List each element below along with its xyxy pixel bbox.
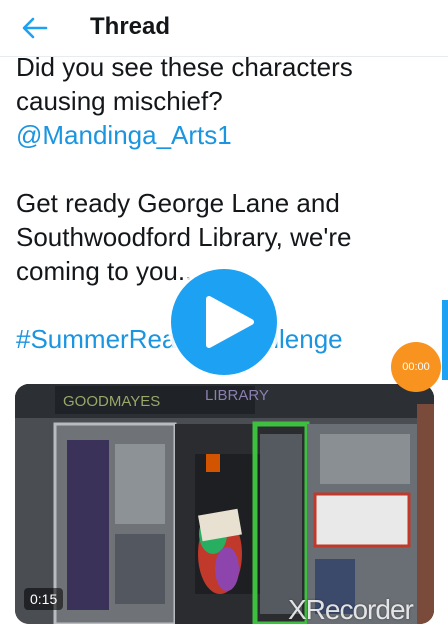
arrow-left-icon [22, 17, 48, 39]
recorder-watermark: XRecorder [288, 594, 414, 625]
recorder-timer[interactable]: 00:00 [391, 342, 441, 392]
video-duration: 0:15 [24, 588, 64, 610]
page-title: Thread [90, 13, 171, 40]
play-button[interactable] [171, 269, 277, 375]
tweet-line: causing mischief? [16, 86, 223, 116]
sign-left: GOODMAYES [63, 393, 160, 410]
tweet-line: Get ready George Lane and [16, 188, 340, 218]
tweet-line: Southwoodford Library, we're [16, 222, 352, 252]
mention-link[interactable]: @Mandinga_Arts1 [16, 118, 426, 152]
play-icon [206, 296, 254, 348]
video-frame: GOODMAYES LIBRARY [15, 384, 434, 624]
sign-right: LIBRARY [205, 387, 269, 404]
recorder-side-tab[interactable] [442, 300, 448, 380]
top-bar: Thread [0, 0, 448, 57]
back-button[interactable] [20, 14, 50, 42]
video-player[interactable]: GOODMAYES LIBRARY [15, 384, 434, 624]
